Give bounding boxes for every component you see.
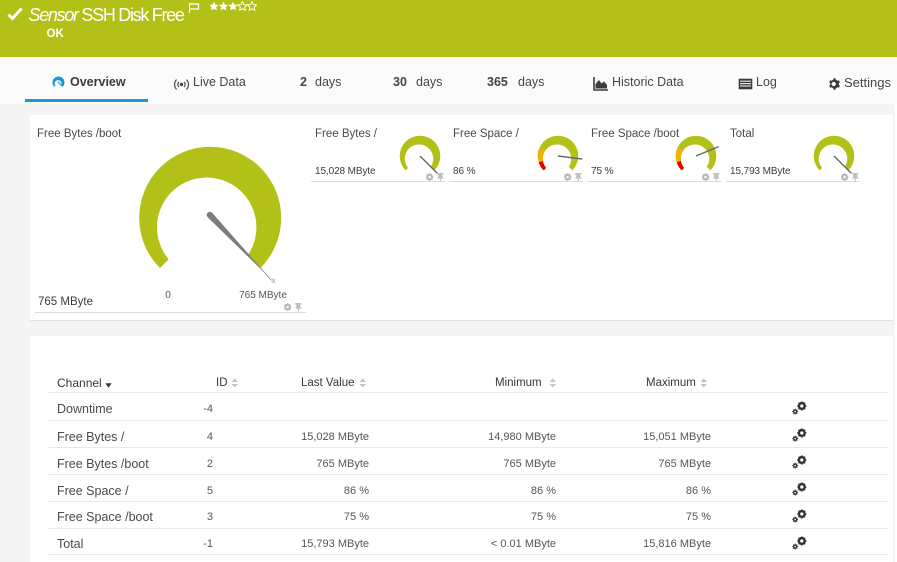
svg-text:x: x bbox=[271, 275, 276, 285]
